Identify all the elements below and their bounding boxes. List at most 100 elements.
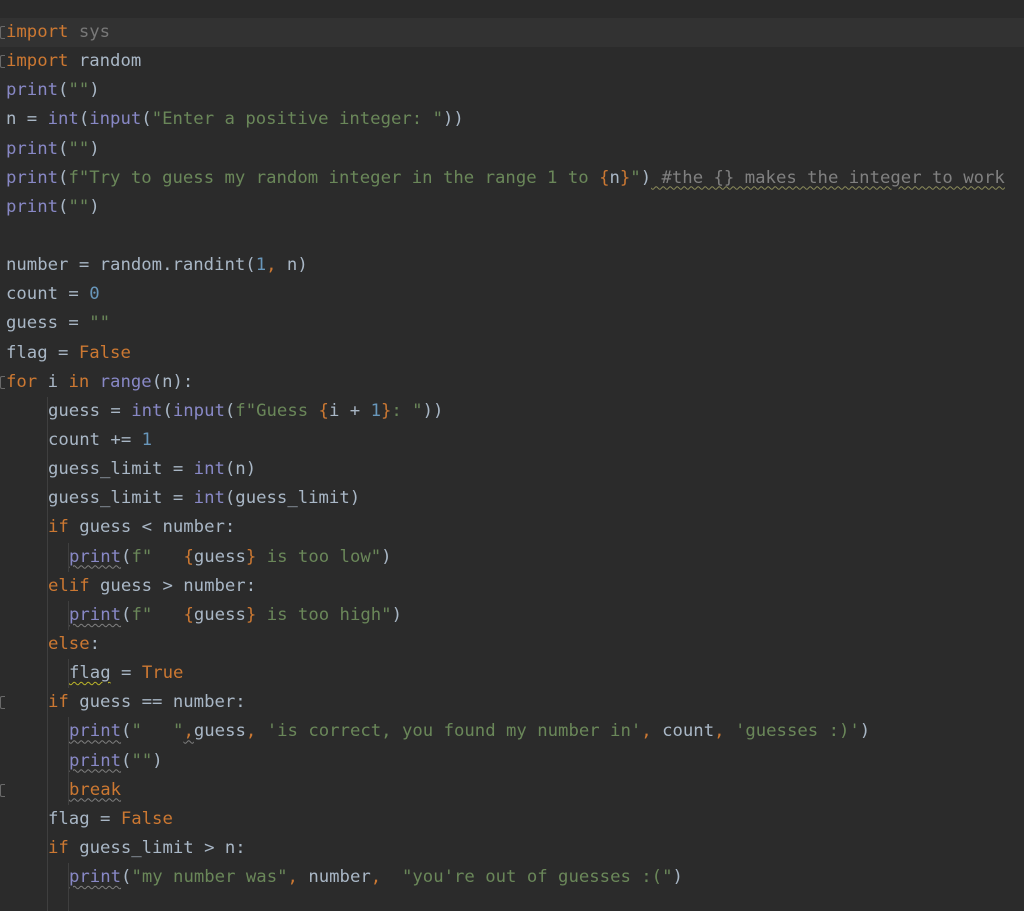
code-line[interactable]: print("") <box>0 76 1024 105</box>
code-token: print <box>6 80 59 101</box>
code-token: ) <box>381 546 392 567</box>
code-line[interactable] <box>0 892 1024 911</box>
code-line[interactable]: number = random.randint(1, n) <box>0 251 1024 280</box>
code-token: else <box>48 633 90 654</box>
code-line[interactable]: print("") <box>0 193 1024 222</box>
code-text: print("") <box>6 193 100 222</box>
code-token: 'guesses :)' <box>734 721 860 742</box>
code-line[interactable]: if guess == number: <box>0 688 1024 718</box>
code-text: if guess == number: <box>48 688 246 717</box>
fold-marker-icon[interactable] <box>0 375 5 389</box>
code-token: if <box>48 837 69 858</box>
indent-guide <box>47 717 48 747</box>
code-token: } <box>619 167 631 188</box>
code-line[interactable]: print("my number was", number, "you're o… <box>0 863 1024 893</box>
code-line[interactable]: guess = int(input(f"Guess {i + 1}: ")) <box>0 396 1024 426</box>
code-token: { <box>183 546 194 567</box>
fold-marker-icon[interactable] <box>0 26 5 39</box>
code-text: guess_limit = int(n) <box>48 455 256 484</box>
code-token: } <box>245 604 257 625</box>
code-line[interactable]: if guess < number: <box>0 513 1024 543</box>
code-editor[interactable]: import sys import random print("") n = int(… <box>0 0 1024 911</box>
indent-guide <box>47 542 48 572</box>
code-line[interactable]: guess_limit = int(n) <box>0 455 1024 485</box>
code-token: 0 <box>89 284 100 305</box>
code-line[interactable]: count = 0 <box>0 280 1024 309</box>
code-lines[interactable]: import sys import random print("") n = int(… <box>0 18 1024 911</box>
code-token: False <box>120 808 173 829</box>
code-token: { <box>599 167 610 188</box>
code-token: ( <box>58 196 69 217</box>
code-line[interactable]: if guess_limit > n: <box>0 833 1024 864</box>
code-line[interactable]: import sys <box>0 18 1024 47</box>
code-token: if <box>48 517 69 538</box>
code-line[interactable]: print(f"Try to guess my random integer i… <box>0 164 1024 193</box>
code-line[interactable]: flag = False <box>0 339 1024 368</box>
code-token: ) <box>672 867 683 888</box>
code-token: " <box>630 167 641 188</box>
code-text: number = random.randint(1, n) <box>6 251 308 280</box>
code-line[interactable]: flag = True <box>0 659 1024 689</box>
code-token: guess_limit > n: <box>68 837 246 858</box>
fold-marker-icon[interactable] <box>0 696 5 710</box>
code-line[interactable]: print("") <box>0 746 1024 776</box>
code-token: (guess_limit) <box>224 488 361 509</box>
code-text: guess_limit = int(guess_limit) <box>48 484 360 513</box>
indent-guide <box>47 600 48 630</box>
code-token: int <box>193 488 225 509</box>
code-line[interactable]: import random <box>0 47 1024 76</box>
code-token: False <box>78 342 131 363</box>
code-line[interactable]: elif guess > number: <box>0 571 1024 601</box>
code-line[interactable] <box>0 222 1024 251</box>
code-token: f" <box>131 546 184 567</box>
code-token: guess <box>193 721 246 742</box>
editor-top-strip <box>0 0 1024 18</box>
code-token: count += <box>48 429 142 450</box>
code-token: "" <box>68 80 90 101</box>
code-token: "my number was" <box>131 867 288 888</box>
code-line[interactable]: for i in range(n): <box>0 368 1024 397</box>
code-line[interactable]: flag = False <box>0 804 1024 834</box>
code-line[interactable]: print(f" {guess} is too low") <box>0 542 1024 572</box>
code-text: print(f" {guess} is too high") <box>69 601 402 630</box>
code-line[interactable]: n = int(input("Enter a positive integer:… <box>0 105 1024 134</box>
code-token: input <box>172 400 225 421</box>
code-line[interactable]: count += 1 <box>0 425 1024 456</box>
code-text: elif guess > number: <box>48 572 256 601</box>
code-token: True <box>141 663 184 684</box>
code-token: ( <box>121 721 132 742</box>
fold-marker-icon[interactable] <box>0 783 5 797</box>
code-token: ) <box>89 80 100 101</box>
code-token: "" <box>68 138 90 159</box>
code-token: number <box>297 867 371 888</box>
code-line[interactable]: guess_limit = int(guess_limit) <box>0 484 1024 514</box>
code-token: print <box>69 604 122 625</box>
code-token: { <box>318 400 329 421</box>
code-token: ( <box>58 167 69 188</box>
code-token: import <box>6 22 69 42</box>
code-text: guess = "" <box>6 309 110 338</box>
code-token: "" <box>131 750 153 771</box>
code-token: guess_limit = <box>48 488 194 509</box>
code-text: print(" ",guess, 'is correct, you found … <box>69 717 870 746</box>
code-line[interactable]: print("") <box>0 135 1024 164</box>
fold-marker-icon[interactable] <box>0 55 5 69</box>
code-token: = <box>110 663 142 684</box>
code-line[interactable]: else: <box>0 629 1024 660</box>
code-token: flag <box>69 663 111 684</box>
code-line[interactable]: print(f" {guess} is too high") <box>0 600 1024 630</box>
code-token: )) <box>422 400 444 421</box>
code-token: } <box>380 400 392 421</box>
indent-guide <box>47 892 48 911</box>
indent-guide <box>47 659 48 689</box>
code-token: )) <box>443 109 464 130</box>
code-line[interactable]: print(" ",guess, 'is correct, you found … <box>0 717 1024 747</box>
code-token: print <box>69 546 122 567</box>
code-token: guess < number: <box>68 517 236 538</box>
code-line[interactable]: guess = "" <box>0 309 1024 338</box>
code-token: random <box>68 51 142 72</box>
code-line[interactable]: break <box>0 775 1024 805</box>
code-token: in <box>68 371 90 392</box>
